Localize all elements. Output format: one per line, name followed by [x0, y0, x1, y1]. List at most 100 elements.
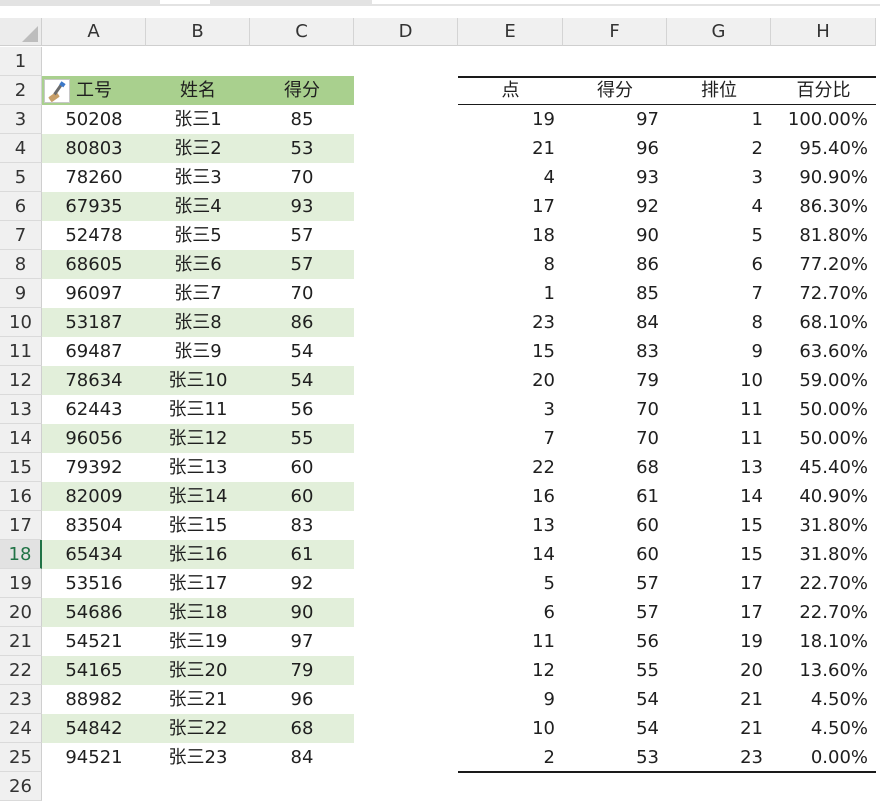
row-header-5[interactable]: 5 [0, 163, 42, 192]
point-cell[interactable]: 9 [458, 685, 563, 714]
point-cell[interactable]: 15 [458, 337, 563, 366]
select-all-corner[interactable] [0, 18, 42, 46]
score-cell[interactable]: 97 [563, 105, 667, 134]
score-cell[interactable]: 60 [563, 511, 667, 540]
point-cell[interactable]: 1 [458, 279, 563, 308]
percent-cell[interactable]: 31.80% [771, 511, 876, 540]
score-cell[interactable]: 57 [250, 250, 354, 279]
percent-cell[interactable]: 68.10% [771, 308, 876, 337]
score-cell[interactable]: 57 [563, 569, 667, 598]
percent-cell[interactable]: 13.60% [771, 656, 876, 685]
name-header[interactable]: 姓名 [146, 76, 250, 105]
percent-cell[interactable]: 22.70% [771, 598, 876, 627]
employee-id-cell[interactable]: 67935 [42, 192, 146, 221]
percent-cell[interactable]: 22.70% [771, 569, 876, 598]
percent-cell[interactable]: 50.00% [771, 395, 876, 424]
score-cell[interactable]: 68 [563, 453, 667, 482]
rank-cell[interactable]: 11 [667, 424, 771, 453]
rank-header[interactable]: 排位 [667, 76, 771, 105]
rank-cell[interactable]: 10 [667, 366, 771, 395]
name-cell[interactable]: 张三3 [146, 163, 250, 192]
percent-cell[interactable]: 4.50% [771, 714, 876, 743]
point-cell[interactable]: 7 [458, 424, 563, 453]
name-cell[interactable]: 张三21 [146, 685, 250, 714]
rank-cell[interactable]: 14 [667, 482, 771, 511]
score-cell[interactable]: 57 [250, 221, 354, 250]
employee-id-cell[interactable]: 54686 [42, 598, 146, 627]
score-cell[interactable]: 54 [563, 714, 667, 743]
row-header-1[interactable]: 1 [0, 47, 42, 76]
row-header-19[interactable]: 19 [0, 569, 42, 598]
percent-cell[interactable]: 63.60% [771, 337, 876, 366]
employee-id-cell[interactable]: 50208 [42, 105, 146, 134]
name-cell[interactable]: 张三11 [146, 395, 250, 424]
rank-cell[interactable]: 2 [667, 134, 771, 163]
rank-cell[interactable]: 21 [667, 685, 771, 714]
point-cell[interactable]: 2 [458, 743, 563, 772]
employee-id-cell[interactable]: 53516 [42, 569, 146, 598]
name-cell[interactable]: 张三13 [146, 453, 250, 482]
employee-id-cell[interactable]: 62443 [42, 395, 146, 424]
score-cell[interactable]: 60 [250, 482, 354, 511]
percent-cell[interactable]: 31.80% [771, 540, 876, 569]
row-header-20[interactable]: 20 [0, 598, 42, 627]
name-cell[interactable]: 张三19 [146, 627, 250, 656]
employee-id-cell[interactable]: 53187 [42, 308, 146, 337]
rank-cell[interactable]: 17 [667, 569, 771, 598]
row-header-23[interactable]: 23 [0, 685, 42, 714]
score-cell[interactable]: 57 [563, 598, 667, 627]
score-cell[interactable]: 79 [563, 366, 667, 395]
score-cell[interactable]: 90 [563, 221, 667, 250]
rank-cell[interactable]: 1 [667, 105, 771, 134]
rank-cell[interactable]: 20 [667, 656, 771, 685]
percent-cell[interactable]: 100.00% [771, 105, 876, 134]
percent-cell[interactable]: 45.40% [771, 453, 876, 482]
employee-id-cell[interactable]: 78634 [42, 366, 146, 395]
employee-id-cell[interactable]: 94521 [42, 743, 146, 772]
row-header-17[interactable]: 17 [0, 511, 42, 540]
score-cell[interactable]: 61 [250, 540, 354, 569]
score-cell[interactable]: 93 [250, 192, 354, 221]
rank-cell[interactable]: 21 [667, 714, 771, 743]
employee-id-cell[interactable]: 80803 [42, 134, 146, 163]
score-cell[interactable]: 55 [563, 656, 667, 685]
rank-cell[interactable]: 3 [667, 163, 771, 192]
score-cell[interactable]: 56 [250, 395, 354, 424]
name-cell[interactable]: 张三7 [146, 279, 250, 308]
name-cell[interactable]: 张三12 [146, 424, 250, 453]
point-cell[interactable]: 3 [458, 395, 563, 424]
row-header-11[interactable]: 11 [0, 337, 42, 366]
row-header-21[interactable]: 21 [0, 627, 42, 656]
percent-cell[interactable]: 81.80% [771, 221, 876, 250]
point-cell[interactable]: 16 [458, 482, 563, 511]
row-header-7[interactable]: 7 [0, 221, 42, 250]
percent-cell[interactable]: 90.90% [771, 163, 876, 192]
column-header-e[interactable]: E [458, 18, 563, 46]
score-cell[interactable]: 96 [563, 134, 667, 163]
name-cell[interactable]: 张三5 [146, 221, 250, 250]
employee-id-cell[interactable]: 83504 [42, 511, 146, 540]
name-cell[interactable]: 张三9 [146, 337, 250, 366]
percent-cell[interactable]: 77.20% [771, 250, 876, 279]
row-header-2[interactable]: 2 [0, 76, 42, 105]
rank-cell[interactable]: 13 [667, 453, 771, 482]
name-cell[interactable]: 张三6 [146, 250, 250, 279]
score-cell[interactable]: 54 [563, 685, 667, 714]
score-cell[interactable]: 70 [250, 279, 354, 308]
point-cell[interactable]: 4 [458, 163, 563, 192]
employee-id-cell[interactable]: 52478 [42, 221, 146, 250]
score-cell[interactable]: 90 [250, 598, 354, 627]
score-cell[interactable]: 56 [563, 627, 667, 656]
employee-id-cell[interactable]: 96097 [42, 279, 146, 308]
rank-cell[interactable]: 9 [667, 337, 771, 366]
point-cell[interactable]: 18 [458, 221, 563, 250]
name-cell[interactable]: 张三17 [146, 569, 250, 598]
name-cell[interactable]: 张三20 [146, 656, 250, 685]
column-header-c[interactable]: C [250, 18, 354, 46]
score-header[interactable]: 得分 [250, 76, 354, 105]
point-cell[interactable]: 20 [458, 366, 563, 395]
employee-id-cell[interactable]: 54521 [42, 627, 146, 656]
row-header-15[interactable]: 15 [0, 453, 42, 482]
point-cell[interactable]: 21 [458, 134, 563, 163]
employee-id-cell[interactable]: 79392 [42, 453, 146, 482]
